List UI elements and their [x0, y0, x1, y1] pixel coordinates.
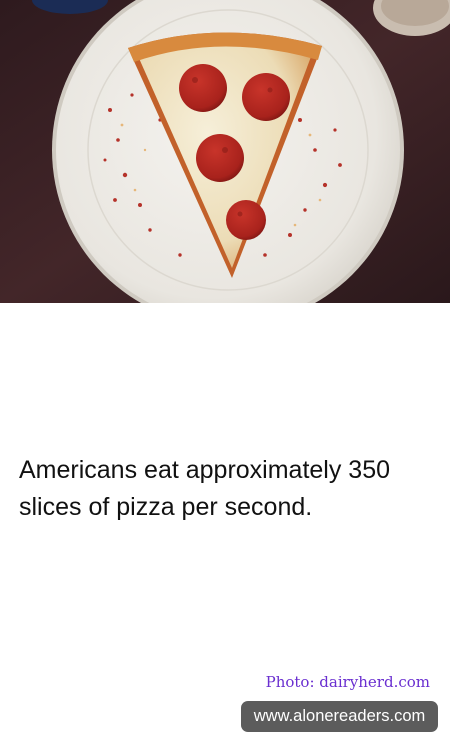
pizza-fact-text: Americans eat approximately 350 slices o…	[19, 456, 391, 521]
site-url-badge[interactable]: www.alonereaders.com	[241, 701, 438, 732]
pizza-photo	[0, 0, 450, 303]
photo-credit: Photo: dairyherd.com	[265, 673, 430, 691]
site-url-label: www.alonereaders.com	[253, 707, 426, 725]
